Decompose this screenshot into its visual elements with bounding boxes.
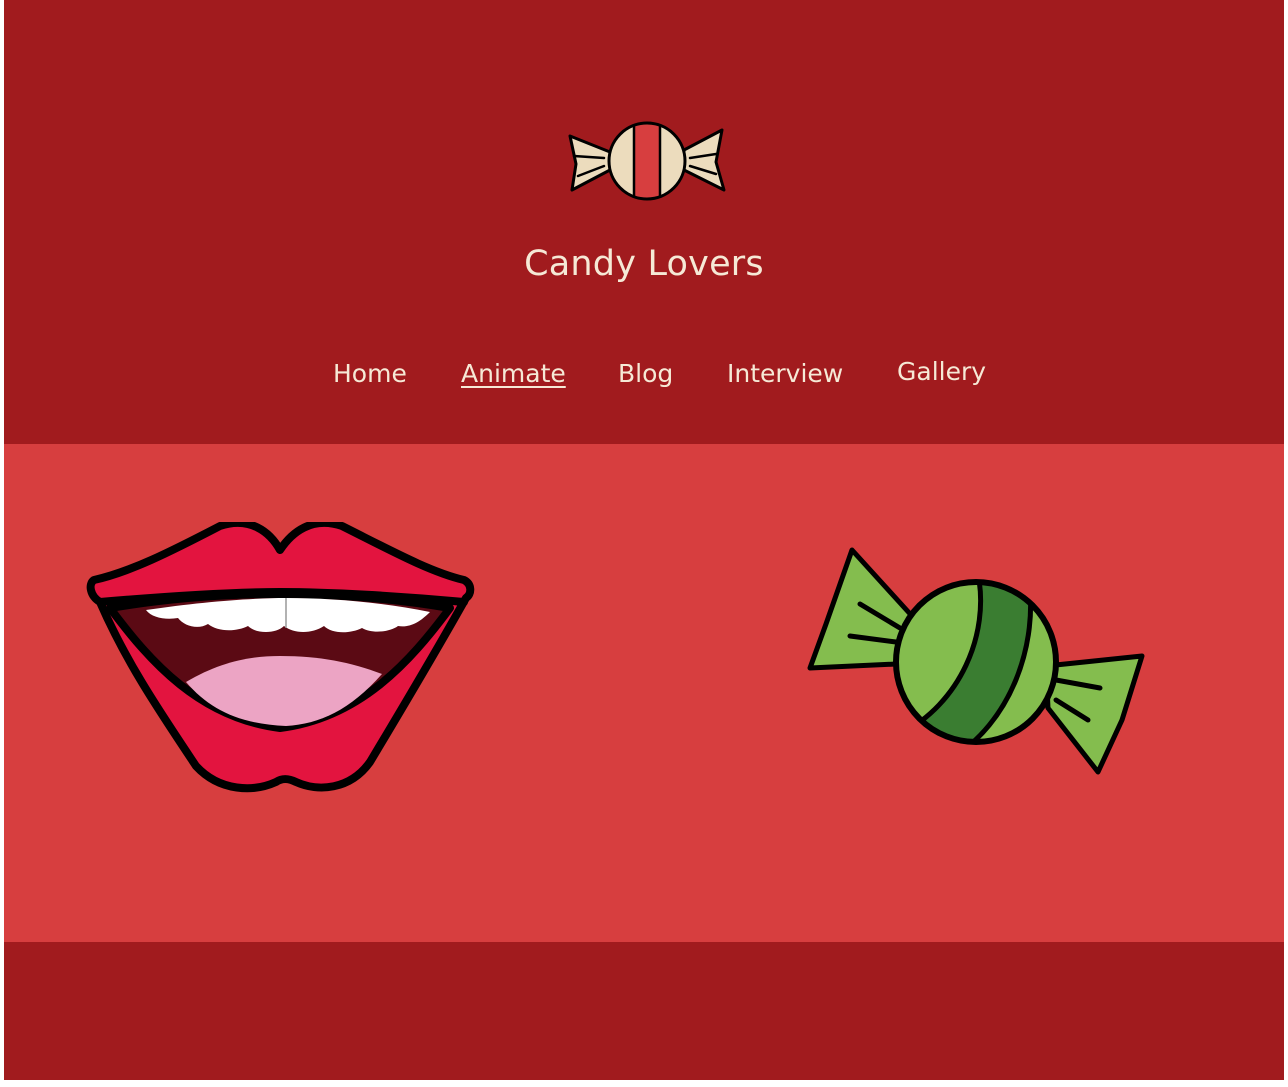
page: Candy Lovers Home Animate Blog Interview… — [4, 0, 1284, 1080]
nav-animate[interactable]: Animate — [461, 358, 566, 390]
site-title: Candy Lovers — [524, 244, 764, 284]
nav-blog[interactable]: Blog — [618, 358, 673, 390]
nav-home[interactable]: Home — [333, 358, 407, 390]
striped-candy-icon[interactable] — [566, 116, 728, 206]
open-mouth-lips-icon — [86, 522, 475, 793]
footer-band — [4, 942, 1284, 1080]
nav-gallery[interactable]: Gallery — [897, 356, 986, 388]
nav-interview[interactable]: Interview — [727, 358, 843, 390]
green-wrapped-candy-icon — [807, 547, 1145, 775]
hero-section — [4, 444, 1284, 942]
